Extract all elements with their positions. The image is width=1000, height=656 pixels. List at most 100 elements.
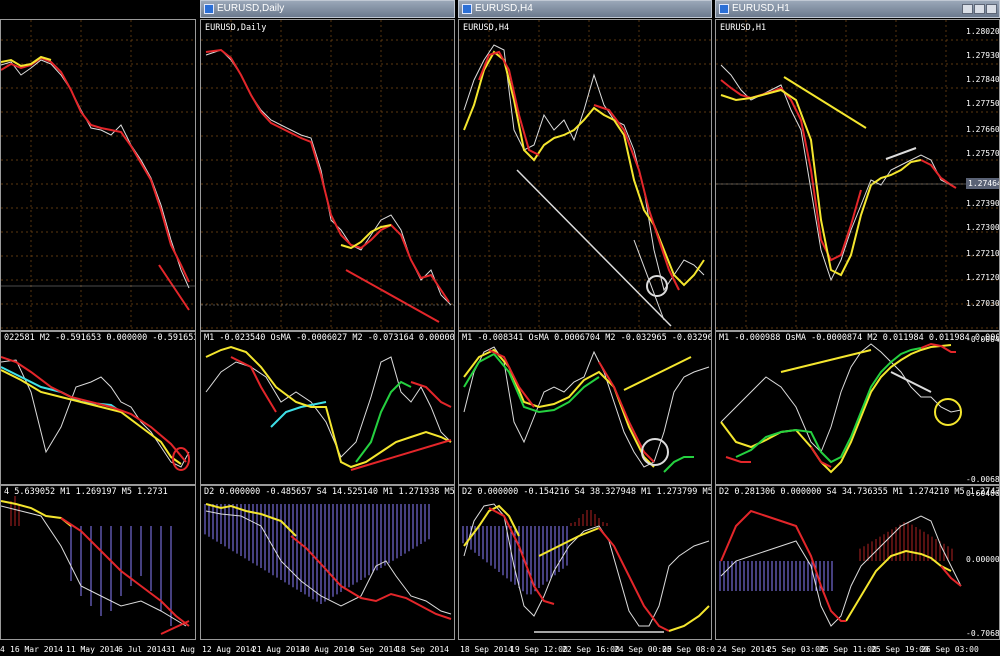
x-axis: 4 16 Mar 2014 11 May 2014 6 Jul 2014 31 … (0, 645, 205, 654)
trendline-2 (160, 620, 190, 635)
oscillator-pane-2[interactable]: 4 5.639052 M1 1.269197 M5 1.2731 (0, 485, 196, 640)
osc2-chart (462, 503, 710, 633)
price-line (1, 59, 190, 289)
oscillator-pane-1[interactable]: M1 -0.008341 OsMA 0.0006704 M2 -0.032965… (458, 331, 712, 485)
trendline (350, 439, 452, 471)
osc2-mid: 0.000000 (966, 555, 1000, 564)
oscillator-pane-1[interactable]: -0.00043 -0.00682 M1 -0.000988 OsMA -0.0… (715, 331, 1000, 485)
svg-text:1.27464: 1.27464 (968, 179, 1000, 188)
osc2-red-2 (940, 565, 962, 587)
osc2-white (720, 515, 962, 627)
circle-marker (646, 275, 668, 297)
price-pane[interactable] (0, 19, 196, 331)
price-chart: EURUSD,Daily (201, 20, 454, 330)
svg-text:1.27390: 1.27390 (966, 199, 1000, 208)
osc2-min: -0.70687 (966, 629, 1000, 638)
chart-window-daily[interactable]: EURUSD,Daily EURUSD,Daily M1 -0.023540 O… (200, 0, 455, 656)
svg-text:1.27930: 1.27930 (966, 51, 1000, 60)
osc1-chart (1, 356, 190, 471)
price-chart: EURUSD,H4 (459, 20, 711, 330)
osc2-white (1, 505, 187, 627)
close-button[interactable] (986, 4, 997, 14)
histogram (462, 510, 608, 595)
ma-yellow (463, 50, 705, 287)
window-title: EURUSD,H1 (732, 3, 790, 14)
ma-red (1, 56, 190, 283)
title-bar[interactable]: EURUSD,H4 (458, 0, 712, 18)
osc-cyan (270, 401, 327, 428)
oscillator-pane-2[interactable]: D2 0.000000 -0.154216 S4 38.327948 M1 1.… (458, 485, 712, 640)
trendline (780, 349, 872, 373)
osc2-label: D2 0.000000 -0.154216 S4 38.327948 M1 1.… (462, 487, 712, 497)
ma-red (720, 79, 862, 262)
osc-yellow (205, 345, 452, 469)
histogram (10, 496, 172, 626)
oscillator-pane-1[interactable]: 022581 M2 -0.591653 0.000000 -0.591653 (0, 331, 196, 485)
osc-red-2 (410, 381, 452, 408)
x-axis: 18 Sep 2014 19 Sep 12:00 22 Sep 16:00 24… (460, 645, 720, 654)
chart-window-h1[interactable]: EURUSD,H1 EURUSD,H1 1.28020 1.27930 1.27… (715, 0, 1000, 656)
oscillator-pane-2[interactable]: D2 0.000000 -0.485657 S4 14.525140 M1 1.… (200, 485, 455, 640)
osc1-label: 022581 M2 -0.591653 0.000000 -0.591653 (4, 333, 196, 343)
osc2-yellow-2 (538, 527, 600, 557)
osc-white (205, 356, 452, 458)
osc-white (720, 343, 962, 453)
maximize-button[interactable] (974, 4, 985, 14)
histogram (719, 522, 953, 591)
title-bar[interactable]: EURUSD,H1 (715, 0, 1000, 18)
x-axis: 24 Sep 2014 25 Sep 03:00 25 Sep 11:00 25… (717, 645, 979, 654)
osc2-chart: 0.604069 0.000000 -0.70687 (719, 489, 1000, 638)
trendline-2 (890, 371, 932, 393)
osc2-red (290, 535, 452, 620)
ma-red (478, 50, 540, 156)
chart-icon (719, 4, 729, 14)
price-pane[interactable]: EURUSD,H1 1.28020 1.27930 1.27840 1.2775… (715, 19, 1000, 331)
oscillator-pane-2[interactable]: 0.604069 0.000000 -0.70687 D2 0.281306 0… (715, 485, 1000, 640)
price-pane[interactable]: EURUSD,H4 (458, 19, 712, 331)
osc1-label: M1 -0.023540 OsMA -0.0006027 M2 -0.07316… (204, 333, 455, 343)
svg-text:1.27210: 1.27210 (966, 249, 1000, 258)
chart-window-h4[interactable]: EURUSD,H4 EURUSD,H4 M1 -0.008341 OsMA 0.… (458, 0, 720, 656)
svg-text:1.27030: 1.27030 (966, 299, 1000, 308)
oscillator-pane-1[interactable]: M1 -0.023540 OsMA -0.0006027 M2 -0.07316… (200, 331, 455, 485)
price-chart: EURUSD,H1 1.28020 1.27930 1.27840 1.2775… (716, 20, 1000, 330)
osc-red-2 (598, 361, 655, 463)
svg-text:1.27570: 1.27570 (966, 149, 1000, 158)
osc2-yellow (205, 503, 297, 537)
sym-label: EURUSD,H1 (720, 23, 766, 33)
sym-label: EURUSD,Daily (205, 23, 266, 33)
circle-marker (934, 398, 962, 426)
osc2-label: 4 5.639052 M1 1.269197 M5 1.2731 (4, 487, 168, 497)
ma-red-2 (593, 104, 680, 291)
chart-icon (204, 4, 214, 14)
svg-text:1.27840: 1.27840 (966, 75, 1000, 84)
sym-label: EURUSD,H4 (463, 23, 509, 33)
grid (459, 20, 711, 330)
svg-text:1.28020: 1.28020 (966, 27, 1000, 36)
osc2-label: D2 0.000000 -0.485657 S4 14.525140 M1 1.… (204, 487, 455, 497)
osc-red (725, 456, 751, 463)
osc1-label: M1 -0.008341 OsMA 0.0006704 M2 -0.032965… (462, 333, 711, 343)
osc1-label: M1 -0.000988 OsMA -0.0000874 M2 0.011984… (719, 333, 1000, 343)
grid (201, 20, 454, 330)
minimize-button[interactable] (962, 4, 973, 14)
price-axis: 1.28020 1.27930 1.27840 1.27750 1.27660 … (966, 27, 1000, 308)
trendline-1 (516, 169, 672, 327)
price-pane[interactable]: EURUSD,Daily (200, 19, 455, 331)
grid (716, 20, 999, 330)
osc-red (230, 356, 277, 413)
osc-red (1, 356, 187, 463)
window-title: EURUSD,Daily (217, 3, 285, 14)
osc2-red (60, 517, 190, 627)
title-bar[interactable]: EURUSD,Daily (200, 0, 455, 18)
circle-marker (641, 438, 669, 466)
osc-green-2 (663, 456, 694, 473)
window-title: EURUSD,H4 (475, 3, 533, 14)
osc1-min: -0.00682 (966, 475, 1000, 484)
osc-white (1, 359, 190, 468)
osc2-label: D2 0.281306 0.000000 S4 34.736355 M1 1.2… (719, 487, 1000, 497)
svg-text:1.27660: 1.27660 (966, 125, 1000, 134)
chart-window-1[interactable]: 022581 M2 -0.591653 0.000000 -0.591653 4… (0, 0, 205, 656)
osc1-chart (205, 345, 452, 471)
grid (1, 20, 195, 330)
